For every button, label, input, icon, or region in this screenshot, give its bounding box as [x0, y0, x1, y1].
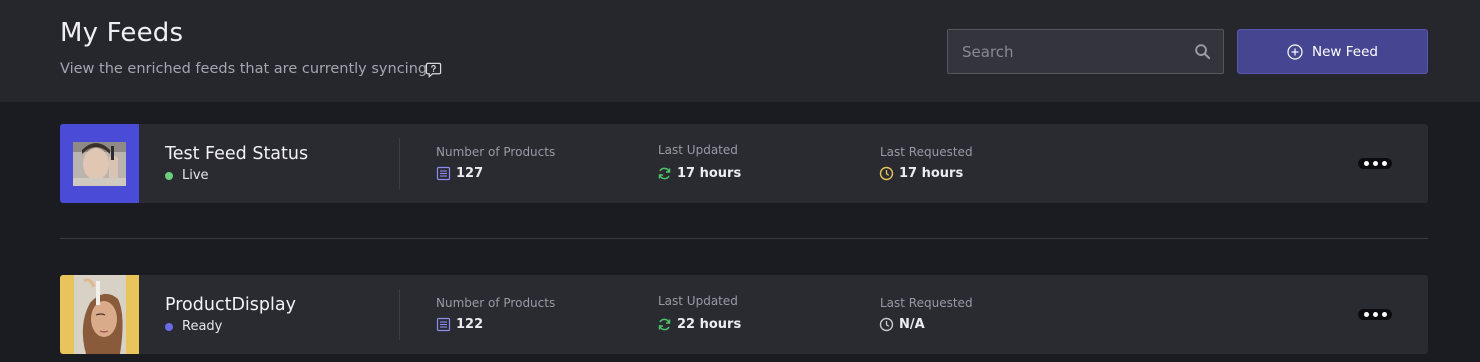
- sync-icon: [658, 167, 671, 180]
- updated-time: 22 hours: [677, 317, 742, 332]
- feed-name[interactable]: Test Feed Status: [165, 144, 308, 164]
- feed-card[interactable]: ProductDisplay Ready Number of Products …: [60, 275, 1428, 354]
- updated-label: Last Updated: [658, 294, 738, 308]
- requested-label: Last Requested: [880, 145, 973, 159]
- requested-value: N/A: [879, 317, 925, 332]
- updated-value: 17 hours: [657, 166, 741, 181]
- card-divider: [399, 289, 400, 340]
- updated-time: 17 hours: [677, 166, 742, 181]
- page-header: My Feeds View the enriched feeds that ar…: [0, 0, 1480, 102]
- search-input[interactable]: [948, 30, 1188, 73]
- requested-value: 17 hours: [879, 166, 963, 181]
- chat-question-icon[interactable]: [425, 61, 442, 78]
- section-divider: [60, 238, 1428, 239]
- feed-name[interactable]: ProductDisplay: [165, 295, 296, 315]
- page-subtitle: View the enriched feeds that are current…: [60, 61, 428, 77]
- more-dots-icon[interactable]: [1358, 158, 1392, 169]
- products-count: 122: [456, 317, 484, 332]
- products-count: 127: [456, 166, 484, 181]
- updated-value: 22 hours: [657, 317, 741, 332]
- clock-icon: [879, 166, 894, 181]
- products-value: 127: [436, 166, 483, 181]
- feed-card[interactable]: Test Feed Status Live Number of Products…: [60, 124, 1428, 203]
- card-divider: [399, 138, 400, 189]
- list-icon: [436, 166, 451, 181]
- search-icon[interactable]: [1194, 43, 1211, 60]
- new-feed-button[interactable]: New Feed: [1237, 29, 1428, 74]
- products-label: Number of Products: [436, 296, 556, 310]
- status-dot: [165, 171, 173, 180]
- updated-label: Last Updated: [658, 143, 738, 157]
- search-box: [947, 29, 1224, 74]
- feed-status: Live: [165, 168, 209, 183]
- more-dots-icon[interactable]: [1358, 309, 1392, 320]
- sync-icon: [658, 318, 671, 331]
- products-label: Number of Products: [436, 145, 556, 159]
- list-icon: [436, 317, 451, 332]
- feed-thumbnail: [60, 275, 139, 354]
- feed-thumbnail: [60, 124, 139, 203]
- new-feed-label: New Feed: [1312, 43, 1378, 60]
- clock-icon: [879, 317, 894, 332]
- status-label: Live: [182, 168, 209, 183]
- requested-time: N/A: [899, 317, 925, 332]
- requested-time: 17 hours: [899, 166, 964, 181]
- feed-status: Ready: [165, 319, 222, 334]
- status-dot: [165, 322, 173, 331]
- page-title: My Feeds: [60, 18, 184, 48]
- plus-circle-icon: [1287, 43, 1303, 60]
- requested-label: Last Requested: [880, 296, 973, 310]
- status-label: Ready: [182, 319, 223, 334]
- products-value: 122: [436, 317, 483, 332]
